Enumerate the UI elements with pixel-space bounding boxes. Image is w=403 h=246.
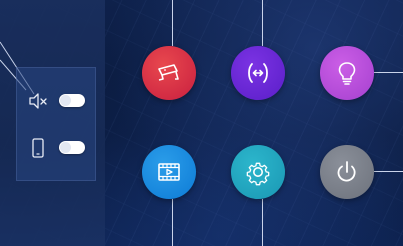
connector-line [374, 72, 403, 73]
phone-row [27, 137, 89, 159]
connector-line [172, 199, 173, 246]
phone-toggle[interactable] [59, 141, 85, 154]
power-button[interactable] [320, 145, 374, 199]
intercom-icon [248, 63, 268, 83]
lightbulb-icon [338, 62, 356, 85]
media-button[interactable] [142, 145, 196, 199]
camera-button[interactable] [142, 46, 196, 100]
connector-line [262, 0, 263, 46]
intercom-button[interactable] [231, 46, 285, 100]
settings-button[interactable] [231, 145, 285, 199]
toggle-knob [60, 142, 71, 153]
audio-phone-panel [16, 67, 96, 181]
connector-line [374, 171, 403, 172]
connector-line [172, 0, 173, 46]
power-icon [337, 161, 356, 182]
speaker-mute-icon [27, 90, 49, 112]
video-play-icon [158, 163, 180, 181]
mute-row [27, 90, 89, 112]
gear-icon [246, 162, 270, 186]
cctv-camera-icon [158, 64, 179, 81]
mute-toggle[interactable] [59, 94, 85, 107]
connector-line [262, 199, 263, 246]
toggle-knob [60, 95, 71, 106]
light-button[interactable] [320, 46, 374, 100]
phone-icon [27, 137, 49, 159]
